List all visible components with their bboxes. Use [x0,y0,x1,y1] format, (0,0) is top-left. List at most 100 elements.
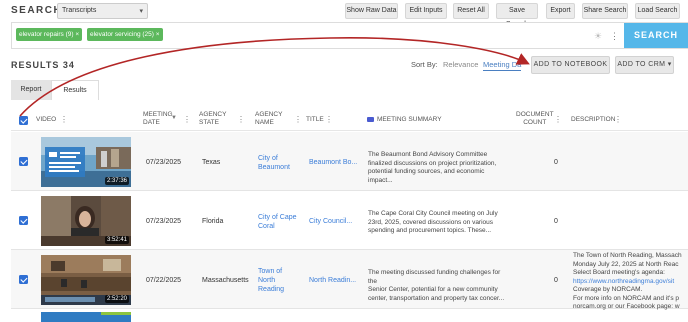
row-checkbox[interactable] [19,275,28,284]
table-header: VIDEO ⋮ MEETING DATE ▼ ⋮ AGENCY STATE ⋮ … [11,103,688,131]
column-menu-icon[interactable]: ⋮ [325,115,333,124]
description-line: Monday July 22, 2025 at North Reac [573,260,679,268]
agency-name-line: Reading [258,286,285,293]
close-icon[interactable]: × [156,31,160,38]
agency-name-line: North [258,277,276,284]
column-header-title[interactable]: TITLE [306,116,324,124]
column-header-line: DATE [143,119,160,126]
query-chip[interactable]: elevator servicing (25) × [87,28,163,41]
column-menu-icon[interactable]: ⋮ [294,115,302,124]
top-toolbar: SEARCH Transcripts ▾ Show Raw Data Edit … [0,0,688,28]
agency-name-line: City of [258,155,278,162]
tab-report[interactable]: Report [11,80,51,100]
add-to-notebook-button[interactable]: ADD TO NOTEBOOK [531,56,610,74]
column-menu-icon[interactable]: ⋮ [183,115,191,124]
source-select[interactable]: Transcripts ▾ [57,3,148,19]
column-header-line: AGENCY [255,111,283,118]
export-button[interactable]: Export [546,3,575,19]
summary-line: The meeting discussed funding challenges… [368,269,501,285]
save-search-button[interactable]: Save Search [496,3,538,28]
summary-line: potential funding sources, and economic … [368,168,485,184]
column-menu-icon[interactable]: ⋮ [60,115,68,124]
app-root: SEARCH Transcripts ▾ Show Raw Data Edit … [0,0,688,322]
chip-label: elevator repairs (9) [19,31,74,38]
results-count: RESULTS 34 [11,60,75,70]
row-checkbox[interactable] [19,216,28,225]
close-icon[interactable]: × [75,31,79,38]
video-thumbnail[interactable]: 2:52:20 [41,255,131,305]
agency-name-link[interactable]: Town of North Reading [258,267,284,294]
lightbulb-icon[interactable]: ☀ [594,31,602,42]
add-to-crm-button[interactable]: ADD TO CRM ▾ [615,56,674,74]
select-all-checkbox[interactable] [19,116,28,125]
summary-line: 23rd, 2025, covered discussions on vario… [368,218,494,226]
column-header-line: NAME [255,119,274,126]
table-row[interactable]: 2:52:20 07/22/2025 Massachusetts Town of… [11,250,688,312]
description-line: norcam.org or our Facebook page: w [573,303,680,310]
title-link[interactable]: North Readin... [309,276,356,285]
column-header-description[interactable]: DESCRIPTION [571,116,615,124]
summary-line: The Cape Coral City Council meeting on J… [368,210,498,217]
document-count: 0 [554,159,558,166]
show-raw-data-button[interactable]: Show Raw Data [345,3,398,19]
video-thumbnail[interactable]: 2:37:36 [41,137,131,187]
description-line: The Town of North Reading, Massach [573,252,682,259]
title-link[interactable]: Beaumont Bo... [309,158,357,167]
video-duration: 3:52:41 [104,236,129,244]
search-title: SEARCH [11,5,63,16]
column-header-line: DOCUMENT [516,111,554,118]
column-header-agency-name[interactable]: AGENCY NAME [255,111,282,127]
source-select-value: Transcripts [62,7,97,14]
description: The Town of North Reading, Massach Monda… [573,252,688,312]
row-checkbox[interactable] [19,157,28,166]
sort-meeting-date[interactable]: Meeting Da [483,60,522,71]
share-search-button[interactable]: Share Search [582,3,628,19]
video-thumbnail-image [101,312,131,315]
agency-state: Florida [202,218,224,225]
column-menu-icon[interactable]: ⋮ [554,115,562,124]
table-row[interactable]: 3:52:41 07/23/2025 Florida City of Cape … [11,191,688,250]
sort-relevance[interactable]: Relevance [443,60,478,69]
reset-all-button[interactable]: Reset All [453,3,489,19]
column-menu-icon[interactable]: ⋮ [237,115,245,124]
description-link[interactable]: https://www.northreadingma.gov/sit [573,278,688,287]
video-thumbnail[interactable] [41,312,131,322]
summary-line: center, transportation and property tax … [368,294,505,302]
tab-results[interactable]: Results [51,80,99,100]
summary-line: The Beaumont Bond Advisory Committee [368,151,488,158]
add-to-crm-label: ADD TO CRM [617,61,666,68]
load-search-button[interactable]: Load Search [635,3,680,19]
summary-line: spending and procurement topics. These..… [368,227,492,234]
agency-name-line: Beaumont [258,164,290,171]
meeting-summary: The Cape Coral City Council meeting on J… [368,210,508,236]
sort-descending-icon[interactable]: ▼ [171,115,177,121]
query-bar[interactable]: elevator repairs (9) × elevator servicin… [11,22,688,49]
meeting-date: 07/22/2025 [146,277,182,284]
search-button[interactable]: SEARCH [624,23,688,48]
description-line: For more info on NORCAM and it's p [573,294,679,302]
chevron-down-icon: ▾ [667,61,672,68]
column-menu-icon[interactable]: ⋮ [614,115,622,124]
more-vertical-icon[interactable]: ⋮ [610,31,619,42]
column-header-document-count[interactable]: DOCUMENT COUNT [516,111,554,127]
video-thumbnail[interactable]: 3:52:41 [41,196,131,246]
meeting-date: 07/23/2025 [146,159,182,166]
column-header-video[interactable]: VIDEO [36,116,56,124]
title-link[interactable]: City Council... [309,217,352,226]
meeting-date: 07/23/2025 [146,218,182,225]
agency-name-link[interactable]: City of Cape Coral [258,213,297,231]
meeting-summary: The Beaumont Bond Advisory Committee fin… [368,151,508,185]
description-line: Select Board meeting's agenda: [573,269,665,276]
column-header-meeting-summary[interactable]: MEETING SUMMARY [377,116,442,124]
column-header-meeting-date[interactable]: MEETING DATE [143,111,173,127]
column-header-agency-state[interactable]: AGENCY STATE [199,111,226,127]
video-duration: 2:52:20 [104,295,129,303]
video-duration: 2:37:36 [104,177,129,185]
table-row[interactable]: 2:37:36 07/23/2025 Texas City of Beaumon… [11,132,688,191]
query-chip[interactable]: elevator repairs (9) × [16,28,83,41]
agency-name-link[interactable]: City of Beaumont [258,154,290,172]
agency-state: Texas [202,159,221,166]
edit-inputs-button[interactable]: Edit Inputs [405,3,447,19]
document-count: 0 [554,218,558,225]
summary-line: finalized discussions on project priorit… [368,159,497,167]
